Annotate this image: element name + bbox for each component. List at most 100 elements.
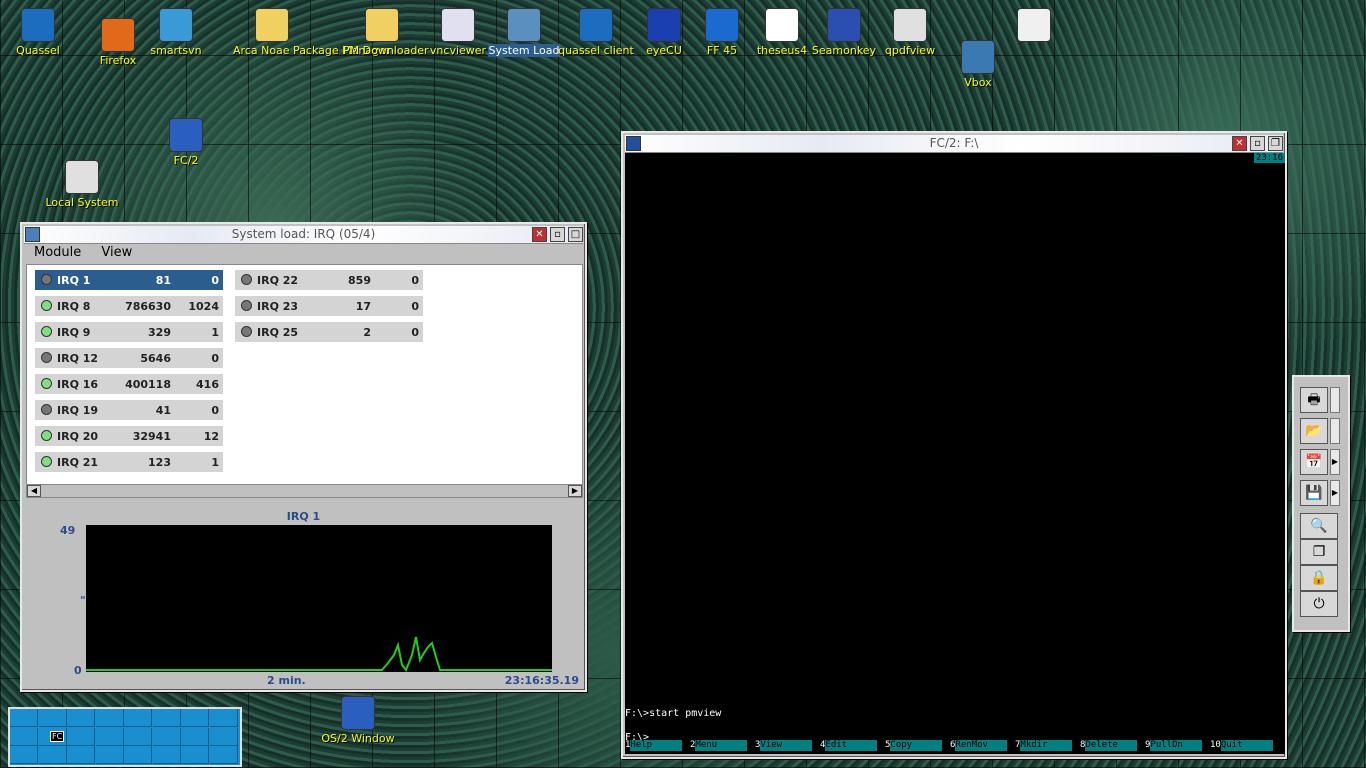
os2-window-icon <box>341 696 375 730</box>
windows-icon[interactable]: ❐ <box>1300 539 1338 565</box>
pager-cell[interactable] <box>209 746 238 764</box>
desktop-icon[interactable]: Quassel <box>0 8 78 57</box>
fkey-pulldn[interactable]: 9PullDn <box>1145 740 1203 751</box>
system-load-window[interactable]: System load: IRQ (05/4) ✕ ▫ □ Module Vie… <box>20 222 587 692</box>
menu-view[interactable]: View <box>101 245 132 260</box>
pager-cell[interactable] <box>38 709 67 727</box>
window-title: FC/2: F:\ <box>929 136 979 150</box>
close-button[interactable]: ✕ <box>532 227 547 242</box>
terminal[interactable]: 23:16 F:\>start pmview F:\> 1Help 2Menu 3V… <box>625 153 1285 754</box>
desktop-icon-label: Vbox <box>964 76 992 89</box>
shutdown-icon[interactable]: ⏻ <box>1300 591 1338 617</box>
desktop-icon[interactable]: PM Downloader <box>342 8 429 57</box>
title-bar[interactable]: FC/2: F:\ ✕ ▫ ❐ <box>625 135 1283 153</box>
irq-rate: 1024 <box>188 300 219 313</box>
desktop-icon[interactable]: Local System <box>42 160 122 209</box>
irq-rate: 416 <box>196 378 219 391</box>
irq-count: 41 <box>155 404 171 417</box>
horizontal-scrollbar[interactable]: ◀ ▶ <box>26 484 583 498</box>
irq-item[interactable]: IRQ 19 41 0 <box>35 400 223 420</box>
toolbar-slot[interactable] <box>1330 418 1340 444</box>
pager-cell[interactable] <box>95 709 124 727</box>
desktop-icon-label: vncviewer <box>429 44 487 57</box>
fkey-mkdir[interactable]: 7Mkdir <box>1015 740 1073 751</box>
close-button[interactable]: ✕ <box>1232 136 1247 151</box>
irq-item[interactable]: IRQ 25 2 0 <box>235 322 423 342</box>
desktop-icon[interactable]: smartsvn <box>136 8 216 57</box>
pager-cell[interactable] <box>152 709 181 727</box>
magnifier-icon[interactable]: 🔍 <box>1300 513 1338 539</box>
pager-cell[interactable] <box>124 746 152 764</box>
menu-module[interactable]: Module <box>34 245 81 260</box>
fkey-delete[interactable]: 8Delete <box>1080 740 1138 751</box>
status-led-icon <box>41 456 52 467</box>
fkey-edit[interactable]: 4Edit <box>820 740 878 751</box>
irq-rate: 0 <box>411 300 419 313</box>
irq-item[interactable]: IRQ 22 859 0 <box>235 270 423 290</box>
pager-cell[interactable] <box>152 746 181 764</box>
fkey-copy[interactable]: 5Copy <box>885 740 943 751</box>
irq-item[interactable]: IRQ 12 5646 0 <box>35 348 223 368</box>
pager-cell[interactable] <box>181 709 209 727</box>
minimize-button[interactable]: ▫ <box>550 227 565 242</box>
fkey-quit[interactable]: 10Quit <box>1210 740 1273 751</box>
virtual-desktop-pager[interactable]: FC <box>8 707 242 767</box>
desktop-icon[interactable]: System Load <box>484 8 564 57</box>
expand-arrow-icon[interactable]: ▶ <box>1330 449 1340 475</box>
pager-cell[interactable] <box>95 727 124 746</box>
minimize-button[interactable]: ▫ <box>1250 136 1265 151</box>
pager-cell[interactable] <box>10 746 38 764</box>
pager-window-fc[interactable]: FC <box>50 731 65 742</box>
printer-icon[interactable]: 🖶 <box>1300 387 1328 413</box>
save-disk-icon[interactable]: 💾 <box>1300 480 1328 506</box>
fkey-menu[interactable]: 2Menu <box>690 740 748 751</box>
irq-item[interactable]: IRQ 9 329 1 <box>35 322 223 342</box>
fkey-renmov[interactable]: 6RenMov <box>950 740 1008 751</box>
pager-cell[interactable] <box>124 709 152 727</box>
folder-open-icon[interactable]: 📂 <box>1300 418 1328 444</box>
pager-cell[interactable] <box>124 727 152 746</box>
irq-item[interactable]: IRQ 20 32941 12 <box>35 426 223 446</box>
irq-rate: 0 <box>211 404 219 417</box>
pager-cell[interactable] <box>209 727 238 746</box>
status-led-icon <box>41 274 52 285</box>
irq-item[interactable]: IRQ 16 400118 416 <box>35 374 223 394</box>
irq-item[interactable]: IRQ 1 81 0 <box>35 270 223 290</box>
desktop-icon[interactable]: OS/2 Window <box>318 696 398 745</box>
maximize-button[interactable]: □ <box>568 227 583 242</box>
desktop-icon-label: Seamonkey <box>811 44 877 57</box>
fc2-window[interactable]: FC/2: F:\ ✕ ▫ ❐ 23:16 F:\>start pmview F… <box>621 131 1287 759</box>
restore-button[interactable]: ❐ <box>1268 136 1283 151</box>
calendar-icon[interactable]: 📅 <box>1300 449 1328 475</box>
desktop-icon[interactable]: FC/2 <box>146 118 226 167</box>
pager-cell[interactable] <box>67 746 95 764</box>
pager-cell[interactable] <box>10 709 38 727</box>
system-load-icon <box>507 8 541 42</box>
scroll-right-icon[interactable]: ▶ <box>568 485 582 497</box>
status-led-icon <box>241 300 252 311</box>
fkey-label: Mkdir <box>1020 740 1073 751</box>
pager-cell[interactable] <box>181 727 209 746</box>
scroll-left-icon[interactable]: ◀ <box>27 485 41 497</box>
pager-cell[interactable] <box>67 727 95 746</box>
pager-cell[interactable] <box>152 727 181 746</box>
irq-item[interactable]: IRQ 23 17 0 <box>235 296 423 316</box>
irq-item[interactable]: IRQ 8 786630 1024 <box>35 296 223 316</box>
irq-item[interactable]: IRQ 21 123 1 <box>35 452 223 472</box>
pager-cell[interactable] <box>10 727 38 746</box>
pager-cell[interactable] <box>67 709 95 727</box>
toolbar-slot[interactable] <box>1330 387 1340 413</box>
pager-cell[interactable] <box>209 709 238 727</box>
fkey-help[interactable]: 1Help <box>625 740 683 751</box>
expand-arrow-icon[interactable]: ▶ <box>1330 480 1340 506</box>
fkey-label: Edit <box>825 740 878 751</box>
desktop-icon[interactable]: Arca Noae Package Manager <box>232 8 390 57</box>
desktop-icon[interactable]: Vbox <box>938 40 1018 89</box>
lock-icon[interactable]: 🔒 <box>1300 565 1338 591</box>
pager-cell[interactable] <box>181 746 209 764</box>
irq-count: 123 <box>148 456 171 469</box>
fkey-view[interactable]: 3View <box>755 740 813 751</box>
pager-cell[interactable] <box>95 746 124 764</box>
pager-cell[interactable] <box>38 746 67 764</box>
title-bar[interactable]: System load: IRQ (05/4) ✕ ▫ □ <box>24 226 583 244</box>
